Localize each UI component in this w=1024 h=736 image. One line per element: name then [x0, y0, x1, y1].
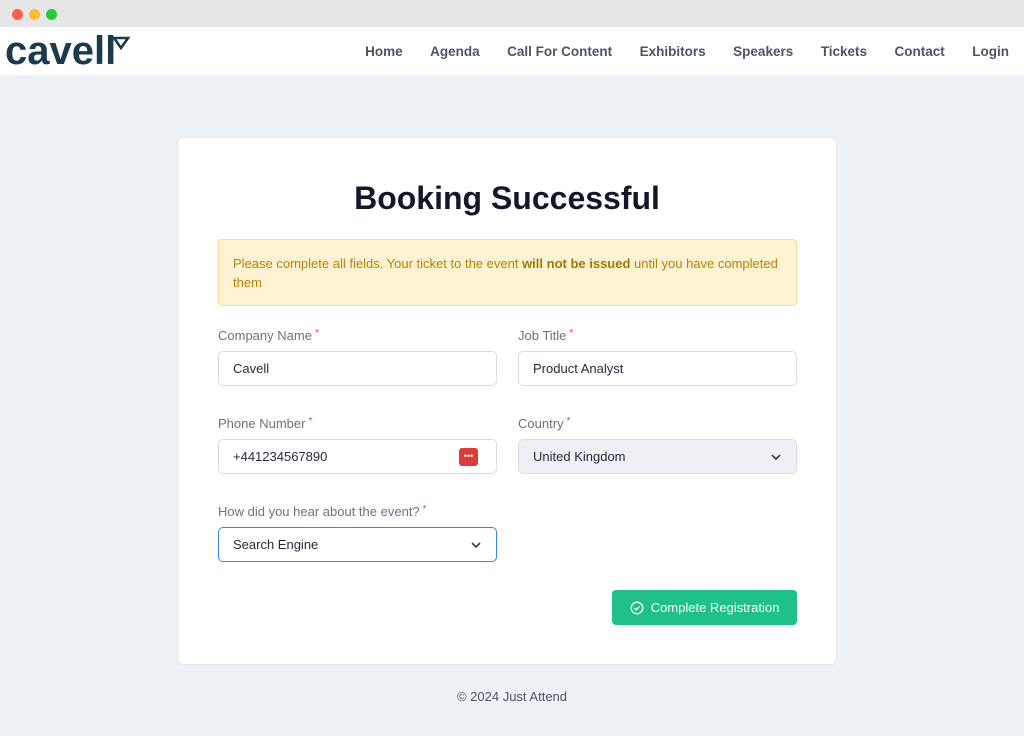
company-name-field: Company Name * Cavell: [218, 328, 497, 386]
phone-number-label: Phone Number: [218, 416, 306, 431]
phone-number-field: Phone Number * +441234567890 •••: [218, 416, 497, 474]
footer-copyright: © 2024 Just Attend: [456, 689, 568, 704]
required-mark: *: [314, 328, 319, 339]
registration-card: Booking Successful Please complete all f…: [177, 137, 837, 665]
warning-alert: Please complete all fields. Your ticket …: [218, 239, 797, 306]
required-mark: *: [422, 504, 427, 515]
nav-speakers[interactable]: Speakers: [733, 44, 793, 59]
chevron-down-icon: [471, 542, 481, 549]
alert-bold-text: will not be issued: [522, 256, 631, 271]
alert-text: Please complete all fields. Your ticket …: [233, 256, 523, 271]
nav-agenda[interactable]: Agenda: [430, 44, 480, 59]
country-label: Country: [518, 416, 564, 431]
minimize-window-button[interactable]: [29, 9, 40, 20]
required-mark: *: [569, 328, 574, 339]
nav-exhibitors[interactable]: Exhibitors: [640, 44, 706, 59]
required-mark: *: [566, 416, 571, 427]
required-mark: *: [308, 416, 313, 427]
password-manager-icon[interactable]: •••: [459, 448, 478, 466]
check-circle-icon: [630, 601, 644, 614]
logo-triangle-icon: [112, 36, 130, 50]
nav-home[interactable]: Home: [365, 44, 403, 59]
source-value: Search Engine: [233, 537, 319, 552]
top-nav: cavell Home Agenda Call For Content Exhi…: [0, 27, 1024, 75]
source-field: How did you hear about the event? * Searc…: [218, 504, 497, 562]
country-field: Country * United Kingdom: [518, 416, 797, 474]
nav-menu: Home Agenda Call For Content Exhibitors …: [365, 44, 1009, 59]
nav-login[interactable]: Login: [972, 44, 1009, 59]
page-title: Booking Successful: [354, 180, 660, 216]
maximize-window-button[interactable]: [46, 9, 57, 20]
job-title-label: Job Title: [518, 328, 567, 343]
complete-registration-button[interactable]: Complete Registration: [612, 590, 797, 625]
company-name-label: Company Name: [218, 328, 312, 343]
company-name-value: Cavell: [233, 361, 270, 376]
logo[interactable]: cavell: [5, 29, 116, 74]
job-title-value: Product Analyst: [533, 361, 624, 376]
country-select[interactable]: United Kingdom: [518, 439, 797, 474]
phone-number-input[interactable]: +441234567890 •••: [218, 439, 497, 474]
source-label: How did you hear about the event?: [218, 504, 420, 519]
job-title-input[interactable]: Product Analyst: [518, 351, 797, 386]
browser-chrome: [0, 0, 1024, 27]
nav-call-for-content[interactable]: Call For Content: [507, 44, 612, 59]
close-window-button[interactable]: [12, 9, 23, 20]
nav-tickets[interactable]: Tickets: [821, 44, 867, 59]
nav-contact[interactable]: Contact: [895, 44, 945, 59]
chevron-down-icon: [771, 454, 781, 461]
company-name-input[interactable]: Cavell: [218, 351, 497, 386]
phone-number-value: +441234567890: [233, 449, 328, 464]
country-value: United Kingdom: [533, 449, 626, 464]
complete-registration-label: Complete Registration: [650, 600, 780, 615]
source-select[interactable]: Search Engine: [218, 527, 497, 562]
job-title-field: Job Title * Product Analyst: [518, 328, 797, 386]
